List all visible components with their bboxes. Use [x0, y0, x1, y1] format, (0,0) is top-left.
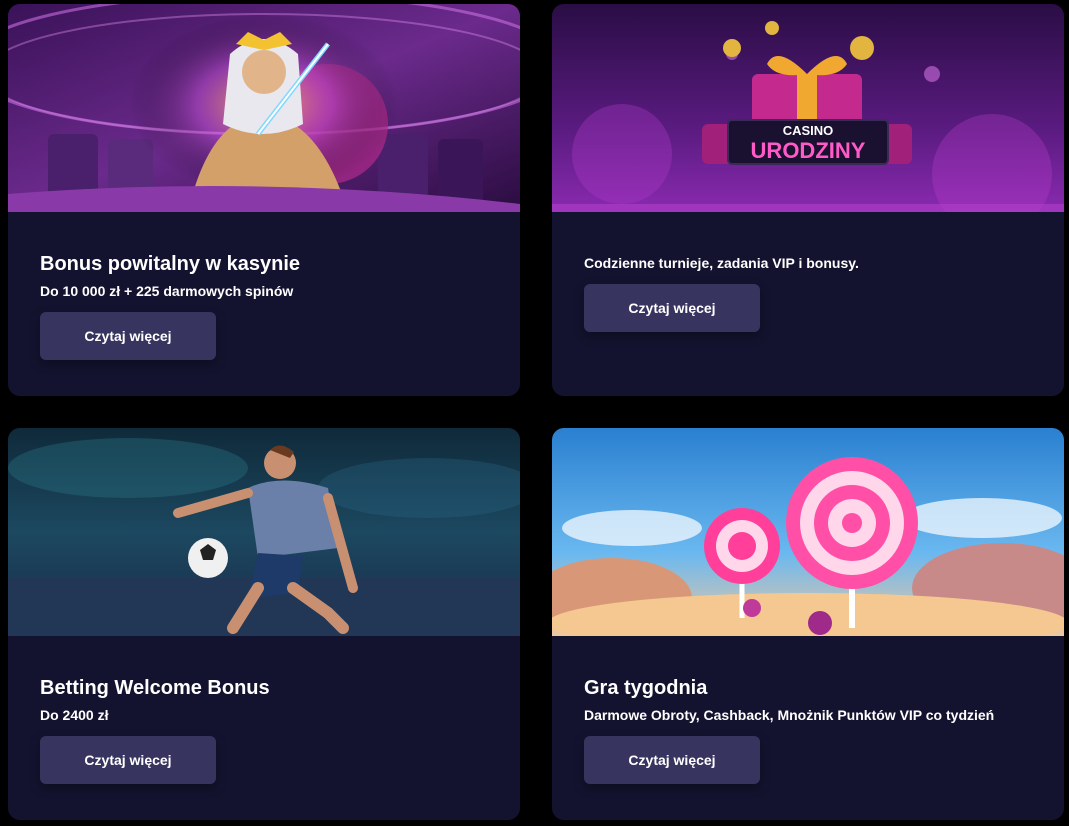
birthday-banner-image: CASINO URODZINY	[552, 4, 1064, 212]
card-body: Gra tygodnia Darmowe Obroty, Cashback, M…	[584, 636, 1048, 820]
promo-card-game-of-week: Gra tygodnia Darmowe Obroty, Cashback, M…	[552, 428, 1064, 820]
card-subtitle: Do 10 000 zł + 225 darmowych spinów	[40, 283, 294, 299]
read-more-button[interactable]: Czytaj więcej	[40, 736, 216, 784]
read-more-button[interactable]: Czytaj więcej	[584, 284, 760, 332]
read-more-button[interactable]: Czytaj więcej	[584, 736, 760, 784]
card-body: Bonus powitalny w kasynie Do 10 000 zł +…	[40, 212, 504, 396]
promo-card-casino-welcome: Bonus powitalny w kasynie Do 10 000 zł +…	[8, 4, 520, 396]
card-title: Gra tygodnia	[584, 677, 708, 699]
banner-brand-text: CASINO	[783, 123, 834, 138]
card-body: Betting Welcome Bonus Do 2400 zł Czytaj …	[40, 636, 504, 820]
card-body: Codzienne turnieje, zadania VIP i bonusy…	[584, 212, 1048, 396]
card-subtitle: Codzienne turnieje, zadania VIP i bonusy…	[584, 255, 859, 271]
card-subtitle: Do 2400 zł	[40, 707, 109, 723]
promo-card-betting-welcome: Betting Welcome Bonus Do 2400 zł Czytaj …	[8, 428, 520, 820]
card-title: Betting Welcome Bonus	[40, 677, 270, 699]
card-subtitle: Darmowe Obroty, Cashback, Mnożnik Punktó…	[584, 707, 995, 723]
card-title: Bonus powitalny w kasynie	[40, 253, 301, 275]
candy-banner-image	[552, 428, 1064, 636]
promo-card-birthday: CASINO URODZINY Codzienne turnieje, zada…	[552, 4, 1064, 396]
banner-headline-text: URODZINY	[751, 138, 866, 163]
football-banner-image	[8, 428, 520, 636]
read-more-button[interactable]: Czytaj więcej	[40, 312, 216, 360]
zeus-banner-image	[8, 4, 520, 212]
